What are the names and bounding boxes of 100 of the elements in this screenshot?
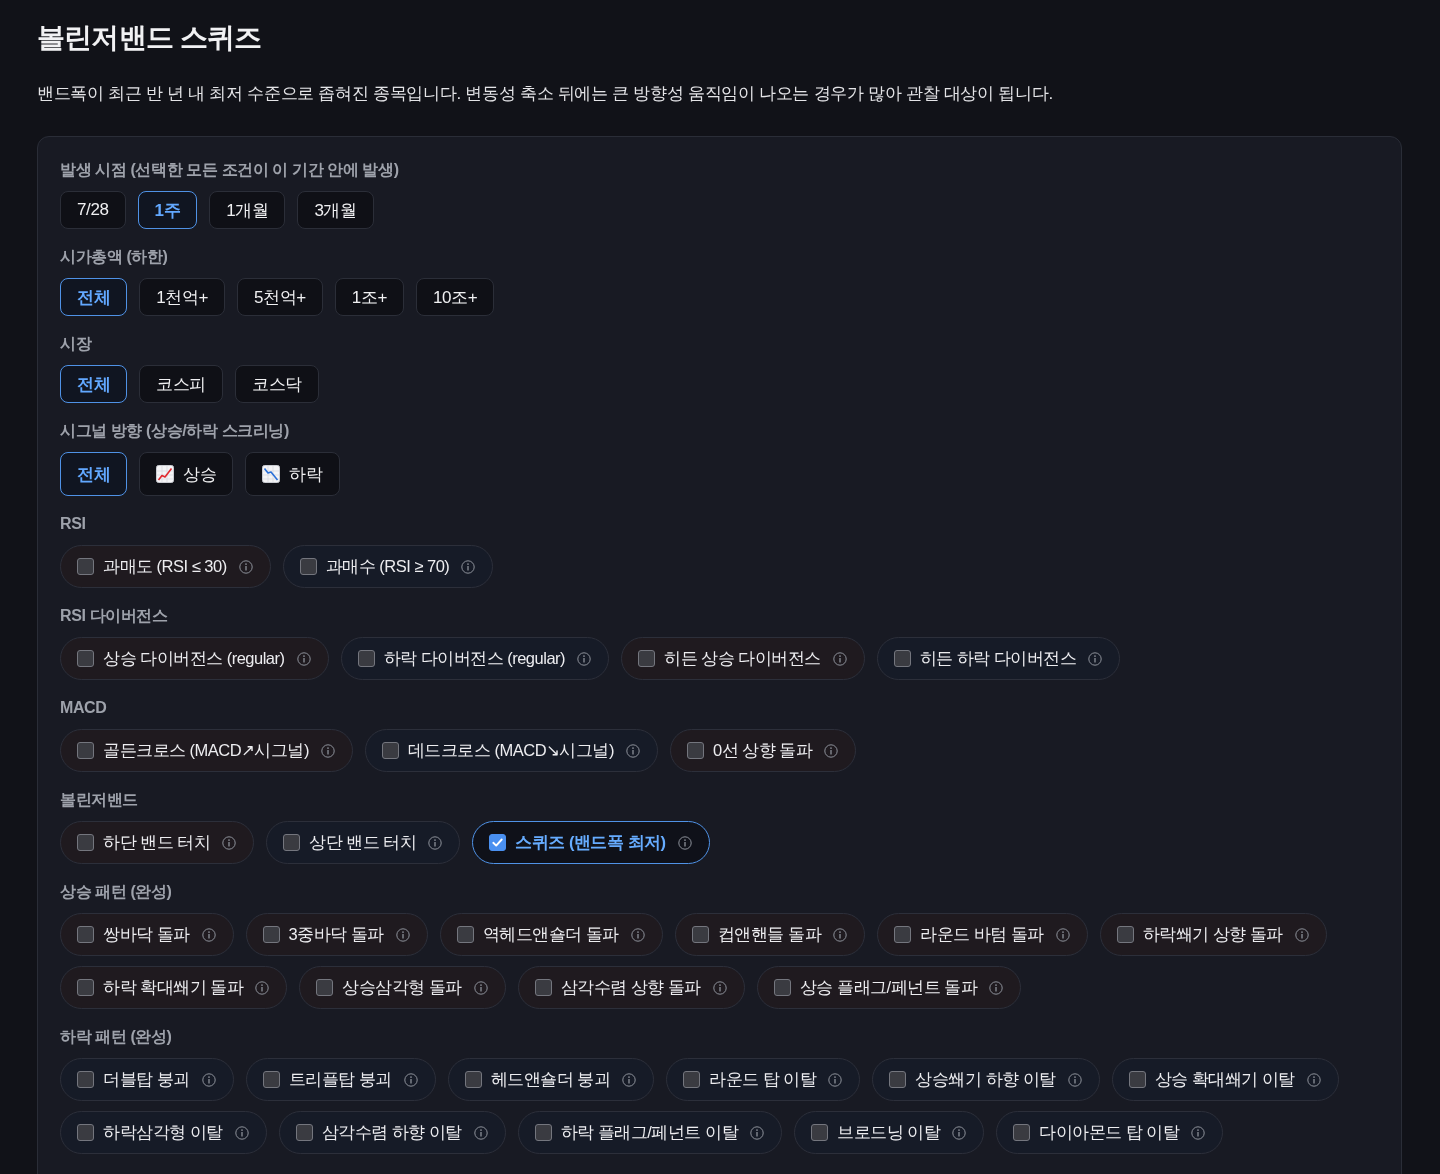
filter-chip[interactable]: 상단 밴드 터치 xyxy=(266,821,461,864)
filter-chip[interactable]: 트리플탑 붕괴 xyxy=(245,1058,436,1101)
info-icon[interactable] xyxy=(1294,927,1309,942)
checkbox[interactable] xyxy=(262,926,280,943)
checkbox[interactable] xyxy=(262,1071,280,1088)
option-button[interactable]: 1개월 xyxy=(209,191,286,229)
info-icon[interactable] xyxy=(1088,651,1103,666)
info-icon[interactable] xyxy=(321,743,335,758)
checkbox[interactable] xyxy=(77,926,94,943)
info-icon[interactable] xyxy=(255,980,270,995)
info-icon[interactable] xyxy=(403,1072,418,1087)
option-button[interactable]: 상승 xyxy=(139,452,234,496)
filter-chip[interactable]: 골든크로스 (MACD↗시그널) xyxy=(60,729,353,772)
checkbox[interactable] xyxy=(534,979,552,996)
checkbox[interactable] xyxy=(77,979,94,996)
checkbox[interactable] xyxy=(77,834,94,851)
info-icon[interactable] xyxy=(234,1125,249,1140)
checkbox[interactable] xyxy=(773,979,791,996)
checkbox[interactable] xyxy=(894,926,912,943)
filter-chip[interactable]: 역헤드앤숄더 돌파 xyxy=(439,913,663,956)
checkbox[interactable] xyxy=(456,926,474,943)
checkbox[interactable] xyxy=(691,926,709,943)
checkbox[interactable] xyxy=(489,834,507,851)
option-button[interactable]: 7/28 xyxy=(60,191,126,229)
info-icon[interactable] xyxy=(577,651,592,666)
option-button[interactable]: 1조+ xyxy=(334,278,404,316)
info-icon[interactable] xyxy=(1306,1072,1321,1087)
checkbox[interactable] xyxy=(283,834,301,851)
info-icon[interactable] xyxy=(630,927,645,942)
checkbox[interactable] xyxy=(889,1071,907,1088)
info-icon[interactable] xyxy=(824,743,839,758)
filter-chip[interactable]: 상승 확대쐐기 이탈 xyxy=(1111,1058,1339,1101)
option-button[interactable]: 하락 xyxy=(245,452,340,496)
filter-chip[interactable]: 상승삼각형 돌파 xyxy=(299,966,506,1009)
checkbox[interactable] xyxy=(357,650,375,667)
option-button[interactable]: 1주 xyxy=(137,191,198,229)
checkbox[interactable] xyxy=(1128,1071,1146,1088)
filter-chip[interactable]: 히든 하락 다이버전스 xyxy=(876,637,1121,680)
filter-chip[interactable]: 0선 상향 돌파 xyxy=(669,729,857,772)
checkbox[interactable] xyxy=(382,742,399,759)
filter-chip[interactable]: 상승쐐기 하향 이탈 xyxy=(872,1058,1100,1101)
info-icon[interactable] xyxy=(1055,927,1070,942)
info-icon[interactable] xyxy=(952,1125,967,1140)
filter-chip[interactable]: 쌍바닥 돌파 xyxy=(60,913,234,956)
info-icon[interactable] xyxy=(832,651,847,666)
filter-chip[interactable]: 상승 플래그/페넌트 돌파 xyxy=(756,966,1022,1009)
info-icon[interactable] xyxy=(428,835,443,850)
filter-chip[interactable]: 삼각수렴 하향 이탈 xyxy=(278,1111,506,1154)
info-icon[interactable] xyxy=(989,980,1004,995)
option-button[interactable]: 10조+ xyxy=(416,278,495,316)
filter-chip[interactable]: 과매수 (RSI ≥ 70) xyxy=(282,545,494,588)
filter-chip[interactable]: 히든 상승 다이버전스 xyxy=(621,637,865,680)
filter-chip[interactable]: 더블탑 붕괴 xyxy=(60,1058,234,1101)
filter-chip[interactable]: 과매도 (RSI ≤ 30) xyxy=(60,545,271,588)
checkbox[interactable] xyxy=(638,650,656,667)
info-icon[interactable] xyxy=(222,835,237,850)
option-button[interactable]: 코스피 xyxy=(139,365,223,403)
info-icon[interactable] xyxy=(622,1072,637,1087)
info-icon[interactable] xyxy=(238,559,253,574)
filter-chip[interactable]: 3중바닥 돌파 xyxy=(245,913,428,956)
info-icon[interactable] xyxy=(1067,1072,1082,1087)
info-icon[interactable] xyxy=(201,927,216,942)
filter-chip[interactable]: 상승 다이버전스 (regular) xyxy=(60,637,329,680)
checkbox[interactable] xyxy=(77,1071,94,1088)
checkbox[interactable] xyxy=(295,1124,313,1141)
info-icon[interactable] xyxy=(461,559,476,574)
option-button[interactable]: 코스닥 xyxy=(235,365,319,403)
option-button[interactable]: 전체 xyxy=(60,365,128,403)
info-icon[interactable] xyxy=(473,980,488,995)
filter-chip[interactable]: 라운드 탑 이탈 xyxy=(666,1058,861,1101)
filter-chip[interactable]: 하락쐐기 상향 돌파 xyxy=(1099,913,1327,956)
checkbox[interactable] xyxy=(77,742,94,759)
option-button[interactable]: 전체 xyxy=(60,278,128,316)
option-button[interactable]: 3개월 xyxy=(297,191,374,229)
option-button[interactable]: 전체 xyxy=(60,452,128,496)
info-icon[interactable] xyxy=(473,1125,488,1140)
filter-chip[interactable]: 데드크로스 (MACD↘시그널) xyxy=(365,729,658,772)
info-icon[interactable] xyxy=(201,1072,216,1087)
info-icon[interactable] xyxy=(296,651,311,666)
checkbox[interactable] xyxy=(534,1124,552,1141)
checkbox[interactable] xyxy=(299,558,317,575)
option-button[interactable]: 1천억+ xyxy=(139,278,225,316)
info-icon[interactable] xyxy=(395,927,410,942)
info-icon[interactable] xyxy=(677,835,692,850)
filter-chip[interactable]: 브로드닝 이탈 xyxy=(794,1111,985,1154)
filter-chip[interactable]: 헤드앤숄더 붕괴 xyxy=(447,1058,655,1101)
filter-chip[interactable]: 하락 플래그/페넌트 이탈 xyxy=(517,1111,783,1154)
info-icon[interactable] xyxy=(828,1072,843,1087)
checkbox[interactable] xyxy=(77,650,94,667)
checkbox[interactable] xyxy=(464,1071,482,1088)
info-icon[interactable] xyxy=(1191,1125,1206,1140)
filter-chip[interactable]: 하락삼각형 이탈 xyxy=(60,1111,267,1154)
filter-chip[interactable]: 하락 다이버전스 (regular) xyxy=(340,637,610,680)
info-icon[interactable] xyxy=(833,927,848,942)
option-button[interactable]: 5천억+ xyxy=(237,278,323,316)
checkbox[interactable] xyxy=(686,742,704,759)
filter-chip[interactable]: 삼각수렴 상향 돌파 xyxy=(517,966,745,1009)
filter-chip[interactable]: 라운드 바텀 돌파 xyxy=(877,913,1088,956)
checkbox[interactable] xyxy=(893,650,911,667)
filter-chip[interactable]: 하단 밴드 터치 xyxy=(60,821,255,864)
